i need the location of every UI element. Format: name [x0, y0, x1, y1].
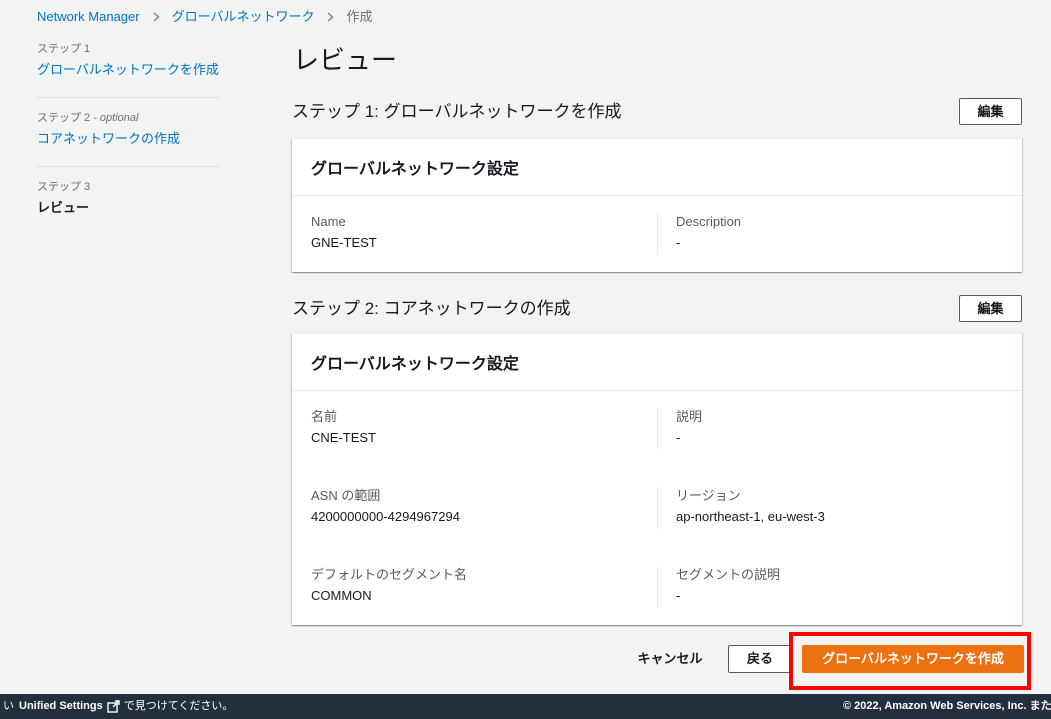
field-name: Name GNE-TEST	[311, 213, 657, 255]
card-body: Name GNE-TEST Description -	[292, 196, 1022, 272]
review-content: ステップ 1: グローバルネットワークを作成 編集 グローバルネットワーク設定 …	[292, 98, 1022, 625]
field-regions: リージョン ap-northeast-1, eu-west-3	[657, 487, 1003, 529]
field-label: 説明	[676, 409, 703, 424]
field-value: GNE-TEST	[311, 235, 377, 250]
edit-step-2-button[interactable]: 編集	[959, 295, 1022, 322]
step-link-create-core-network[interactable]: コアネットワークの作成	[37, 129, 219, 149]
core-network-settings-card: グローバルネットワーク設定 名前 CNE-TEST 説明 - ASN の範囲 4…	[292, 333, 1022, 625]
field-default-segment-name: デフォルトのセグメント名 COMMON	[311, 566, 657, 608]
field-label: セグメントの説明	[676, 567, 781, 582]
cancel-button[interactable]: キャンセル	[626, 645, 714, 673]
section-heading: ステップ 2: コアネットワークの作成	[292, 298, 571, 318]
footer-notice: い Unified Settings で見つけてください。	[3, 694, 233, 719]
key-value-row: 名前 CNE-TEST 説明 -	[311, 408, 1003, 450]
breadcrumb: Network Manager グローバルネットワーク 作成	[37, 8, 373, 26]
field-asn-range: ASN の範囲 4200000000-4294967294	[311, 487, 657, 529]
copyright-text: © 2022, Amazon Web Services, Inc. また	[843, 700, 1051, 712]
field-value: -	[676, 235, 681, 250]
breadcrumb-global-networks-link[interactable]: グローバルネットワーク	[172, 8, 315, 26]
step-number-label: ステップ 1	[37, 43, 91, 55]
step-number: ステップ 1	[37, 42, 219, 56]
field-value: -	[676, 430, 681, 445]
wizard-step-2: ステップ 2 - optional コアネットワークの作成	[37, 98, 219, 167]
footer-notice-text: で見つけてください。	[123, 700, 234, 712]
breadcrumb-network-manager-link[interactable]: Network Manager	[37, 8, 140, 26]
field-value: CNE-TEST	[311, 430, 376, 445]
section-heading: ステップ 1: グローバルネットワークを作成	[292, 101, 622, 121]
field-segment-description: セグメントの説明 -	[657, 566, 1003, 608]
field-label: デフォルトのセグメント名	[311, 567, 468, 582]
field-value: ap-northeast-1, eu-west-3	[676, 509, 825, 524]
field-value: 4200000000-4294967294	[311, 509, 460, 524]
chevron-right-icon	[324, 11, 336, 23]
field-value: -	[676, 588, 681, 603]
field-label: Name	[311, 214, 346, 229]
edit-step-1-button[interactable]: 編集	[959, 98, 1022, 125]
step-link-create-global-network[interactable]: グローバルネットワークを作成	[37, 60, 219, 80]
section-header-step-1: ステップ 1: グローバルネットワークを作成 編集	[292, 98, 1022, 125]
field-value: COMMON	[311, 588, 372, 603]
footer-notice-prefix: い	[3, 700, 14, 712]
field-description: 説明 -	[657, 408, 1003, 450]
key-value-row: デフォルトのセグメント名 COMMON セグメントの説明 -	[311, 566, 1003, 608]
step-number-label: ステップ 3	[37, 181, 91, 193]
step-number: ステップ 3	[37, 180, 219, 194]
breadcrumb-current-page: 作成	[346, 9, 373, 24]
card-body: 名前 CNE-TEST 説明 - ASN の範囲 4200000000-4294…	[292, 391, 1022, 625]
card-title: グローバルネットワーク設定	[292, 139, 1022, 196]
field-label: 名前	[311, 409, 338, 424]
step-number: ステップ 2 - optional	[37, 111, 219, 125]
field-name: 名前 CNE-TEST	[311, 408, 657, 450]
key-value-row: Name GNE-TEST Description -	[311, 213, 1003, 255]
field-label: Description	[676, 214, 742, 229]
footer: い Unified Settings で見つけてください。 © 2022, Am…	[0, 694, 1051, 719]
create-global-network-button[interactable]: グローバルネットワークを作成	[802, 645, 1024, 673]
key-value-row: ASN の範囲 4200000000-4294967294 リージョン ap-n…	[311, 487, 1003, 529]
wizard-step-1: ステップ 1 グローバルネットワークを作成	[37, 29, 219, 98]
section-header-step-2: ステップ 2: コアネットワークの作成 編集	[292, 295, 1022, 322]
chevron-right-icon	[150, 11, 162, 23]
external-link-icon	[107, 700, 120, 713]
step-optional-tag: - optional	[93, 112, 139, 124]
field-description: Description -	[657, 213, 1003, 255]
wizard-steps-nav: ステップ 1 グローバルネットワークを作成 ステップ 2 - optional …	[37, 29, 219, 235]
step-current-review: レビュー	[37, 200, 90, 215]
wizard-step-3: ステップ 3 レビュー	[37, 167, 219, 235]
global-network-settings-card: グローバルネットワーク設定 Name GNE-TEST Description …	[292, 138, 1022, 272]
step-number-label: ステップ 2	[37, 112, 91, 124]
page-title: レビュー	[293, 45, 398, 75]
back-button[interactable]: 戻る	[728, 645, 792, 673]
unified-settings-link[interactable]: Unified Settings	[19, 694, 103, 719]
field-label: リージョン	[676, 488, 741, 503]
card-title: グローバルネットワーク設定	[292, 334, 1022, 391]
field-label: ASN の範囲	[311, 488, 381, 503]
